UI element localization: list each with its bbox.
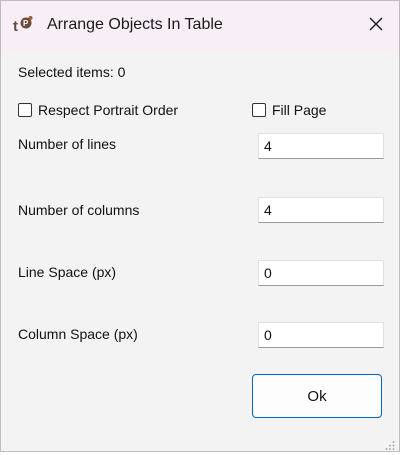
selected-items-label: Selected items: 0 — [18, 64, 126, 80]
checkbox-box[interactable] — [18, 103, 32, 117]
close-icon — [369, 17, 383, 36]
column-space-label: Column Space (px) — [18, 326, 138, 342]
resize-grip-icon[interactable] — [385, 437, 395, 450]
fill-page-label: Fill Page — [272, 102, 327, 118]
window-title: Arrange Objects In Table — [47, 16, 223, 33]
checkbox-box[interactable] — [252, 103, 266, 117]
number-of-columns-input[interactable] — [258, 197, 384, 223]
svg-text:t: t — [13, 18, 18, 35]
svg-text:P: P — [23, 19, 29, 28]
line-space-input[interactable] — [258, 260, 384, 286]
respect-portrait-order-label: Respect Portrait Order — [38, 102, 179, 118]
ok-button[interactable]: Ok — [252, 374, 382, 418]
number-of-lines-label: Number of lines — [18, 136, 117, 152]
number-of-lines-input[interactable] — [258, 133, 384, 159]
column-space-input[interactable] — [258, 322, 384, 348]
respect-portrait-order-checkbox[interactable]: Respect Portrait Order — [18, 102, 178, 118]
line-space-label: Line Space (px) — [18, 264, 117, 280]
dialog-window: t P Arrange Objects In Table Selected it… — [0, 0, 400, 452]
tp-logo-icon: t P — [13, 15, 35, 37]
title-bar[interactable]: t P Arrange Objects In Table — [1, 1, 399, 51]
number-of-columns-label: Number of columns — [18, 202, 140, 218]
close-button[interactable] — [353, 1, 399, 51]
fill-page-checkbox[interactable]: Fill Page — [252, 102, 326, 118]
